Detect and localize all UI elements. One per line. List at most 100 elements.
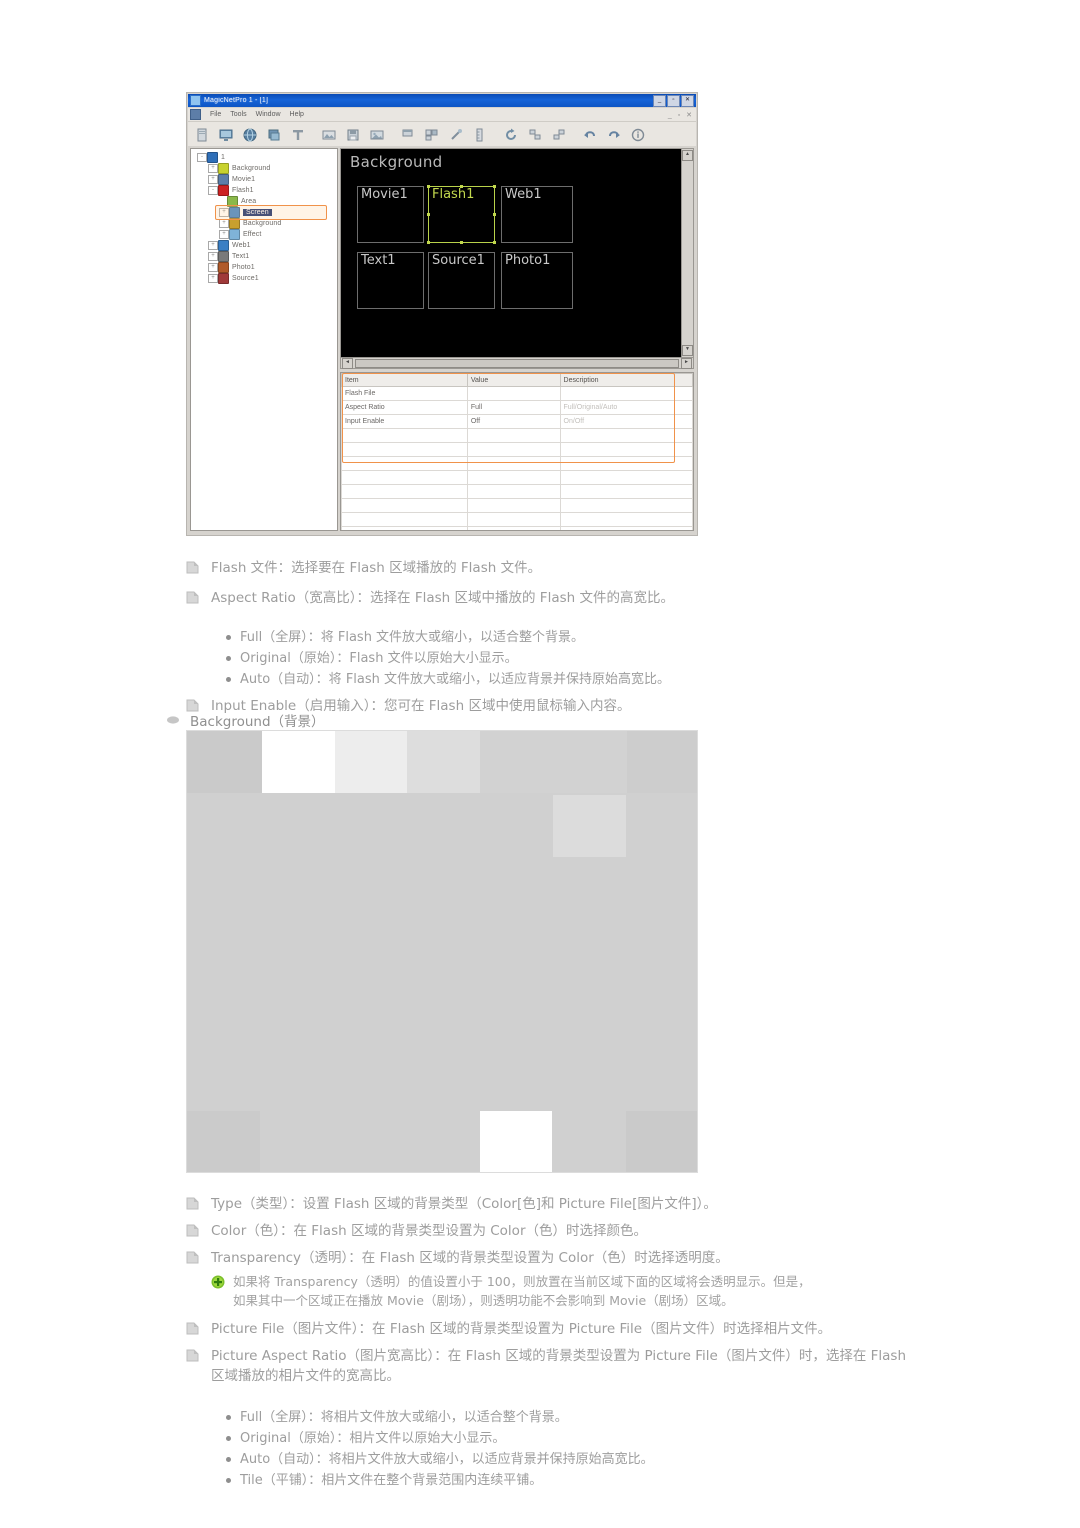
- property-cell-empty: [341, 512, 468, 527]
- layout-icon[interactable]: [397, 124, 419, 145]
- menu-item-file[interactable]: File: [210, 111, 221, 118]
- expand-icon[interactable]: +: [208, 164, 218, 173]
- window-controls[interactable]: _ ▫ ✕: [653, 94, 694, 107]
- resize-handle-0[interactable]: [427, 185, 430, 188]
- monitor-icon[interactable]: [215, 124, 237, 145]
- maximize-button[interactable]: ▫: [667, 94, 680, 107]
- info-icon[interactable]: [627, 124, 649, 145]
- tree-item-area-4[interactable]: Area: [193, 196, 335, 207]
- save-icon[interactable]: [342, 124, 364, 145]
- minimize-button[interactable]: _: [653, 94, 666, 107]
- column-header-description[interactable]: Description: [559, 373, 693, 387]
- scroll-right-icon[interactable]: ►: [681, 357, 692, 369]
- property-cell-value[interactable]: Off: [466, 414, 561, 429]
- globe-icon[interactable]: [239, 124, 261, 145]
- property-row[interactable]: Aspect Ratio Full Full/Original/Auto: [341, 400, 693, 415]
- canvas-zone-label: Text1: [361, 253, 396, 268]
- placeholder-block: [552, 1111, 626, 1172]
- scroll-thumb[interactable]: [355, 358, 679, 368]
- placeholder-block: [335, 731, 407, 793]
- tree-item-web1-8[interactable]: + Web1: [193, 240, 335, 251]
- photo-icon[interactable]: [366, 124, 388, 145]
- placeholder-block: [626, 1111, 697, 1172]
- column-header-item[interactable]: Item: [341, 373, 468, 387]
- layout-canvas[interactable]: Background Movie1 Flash1 Web1 Text1 Source1 P…: [341, 149, 681, 357]
- tree-item-flash1-3[interactable]: - Flash1: [193, 185, 335, 196]
- expand-icon[interactable]: +: [208, 263, 218, 272]
- align-top-icon[interactable]: [524, 124, 546, 145]
- column-header-value[interactable]: Value: [466, 373, 561, 387]
- toolbar[interactable]: [188, 122, 696, 148]
- text-icon[interactable]: [287, 124, 309, 145]
- property-cell-empty: [341, 442, 468, 457]
- property-cell-value[interactable]: [466, 386, 561, 401]
- canvas-vertical-scrollbar[interactable]: ▲ ▼: [681, 149, 693, 357]
- tree-item-1-0[interactable]: -1: [193, 152, 335, 163]
- flash-icon[interactable]: [263, 124, 285, 145]
- sublist-item-text: Tile（平铺）：相片文件在整个背景范围内连续平铺。: [240, 1473, 543, 1488]
- tree-item-screen-5[interactable]: + Screen: [193, 207, 335, 218]
- menu-item-window[interactable]: Window: [256, 111, 281, 118]
- image-icon[interactable]: [318, 124, 340, 145]
- close-button[interactable]: ✕: [681, 94, 694, 107]
- canvas-zone-source1[interactable]: Source1: [428, 252, 495, 309]
- wand-icon[interactable]: [445, 124, 467, 145]
- expand-icon[interactable]: +: [219, 219, 229, 228]
- new-document-icon[interactable]: [191, 124, 213, 145]
- resize-handle-1[interactable]: [460, 185, 463, 188]
- mdi-window-controls[interactable]: _ ▫ ✕: [668, 111, 694, 119]
- resize-handle-2[interactable]: [493, 185, 496, 188]
- screen-icon: [229, 207, 240, 218]
- resize-handle-7[interactable]: [493, 241, 496, 244]
- resize-handle-4[interactable]: [493, 213, 496, 216]
- property-cell-item: Flash File: [341, 386, 468, 401]
- property-row-empty: [341, 456, 693, 471]
- resize-handle-5[interactable]: [427, 241, 430, 244]
- expand-icon[interactable]: +: [219, 208, 229, 217]
- scroll-down-icon[interactable]: ▼: [682, 345, 693, 356]
- tree-item-photo1-10[interactable]: + Photo1: [193, 262, 335, 273]
- tree-item-effect-7[interactable]: + Effect: [193, 229, 335, 240]
- expand-icon[interactable]: +: [208, 252, 218, 261]
- tree-item-background-1[interactable]: + Background: [193, 163, 335, 174]
- expand-icon[interactable]: +: [208, 274, 218, 283]
- scroll-up-icon[interactable]: ▲: [682, 150, 693, 161]
- align-bottom-icon[interactable]: [548, 124, 570, 145]
- canvas-zone-photo1[interactable]: Photo1: [501, 252, 573, 309]
- menu-bar[interactable]: File Tools Window Help _ ▫ ✕: [188, 108, 696, 122]
- property-row[interactable]: Input Enable Off On/Off: [341, 414, 693, 429]
- tree-item-text1-9[interactable]: + Text1: [193, 251, 335, 262]
- layout-grid-icon[interactable]: [421, 124, 443, 145]
- canvas-zone-web1[interactable]: Web1: [501, 186, 573, 243]
- property-cell-value[interactable]: Full: [466, 400, 561, 415]
- collapse-icon[interactable]: -: [197, 153, 207, 162]
- undo-icon[interactable]: [579, 124, 601, 145]
- layout-canvas-panel[interactable]: Background Movie1 Flash1 Web1 Text1 Source1 P…: [340, 148, 694, 358]
- list-item-text: Flash 文件：选择要在 Flash 区域播放的 Flash 文件。: [211, 560, 542, 576]
- menu-item-help[interactable]: Help: [290, 111, 304, 118]
- canvas-zone-flash1[interactable]: Flash1: [427, 185, 496, 244]
- redo-icon[interactable]: [603, 124, 625, 145]
- expand-icon[interactable]: +: [219, 230, 229, 239]
- canvas-horizontal-scrollbar[interactable]: ◄ ►: [340, 357, 694, 369]
- property-row[interactable]: Flash File: [341, 386, 693, 401]
- scroll-left-icon[interactable]: ◄: [342, 357, 353, 369]
- menu-item-tools[interactable]: Tools: [230, 111, 246, 118]
- canvas-zone-text1[interactable]: Text1: [357, 252, 424, 309]
- refresh-icon[interactable]: [500, 124, 522, 145]
- ruler-icon[interactable]: [469, 124, 491, 145]
- property-cell-empty: [559, 526, 693, 530]
- tree-item-source1-11[interactable]: + Source1: [193, 273, 335, 284]
- tree-item-movie1-2[interactable]: + Movie1: [193, 174, 335, 185]
- expand-icon[interactable]: +: [208, 241, 218, 250]
- resize-handle-6[interactable]: [460, 241, 463, 244]
- collapse-icon[interactable]: -: [208, 186, 218, 195]
- expand-icon[interactable]: +: [208, 175, 218, 184]
- page-bullet-icon: [186, 1196, 199, 1216]
- property-cell-empty: [341, 526, 468, 530]
- canvas-zone-movie1[interactable]: Movie1: [357, 186, 424, 243]
- project-tree[interactable]: -1 + Background + Movie1- Flash1 Area + Screen + B…: [190, 148, 338, 531]
- resize-handle-3[interactable]: [427, 213, 430, 216]
- tree-item-background-6[interactable]: + Background: [193, 218, 335, 229]
- property-grid-panel[interactable]: Item Value Description Flash File Aspect Rat…: [340, 372, 694, 531]
